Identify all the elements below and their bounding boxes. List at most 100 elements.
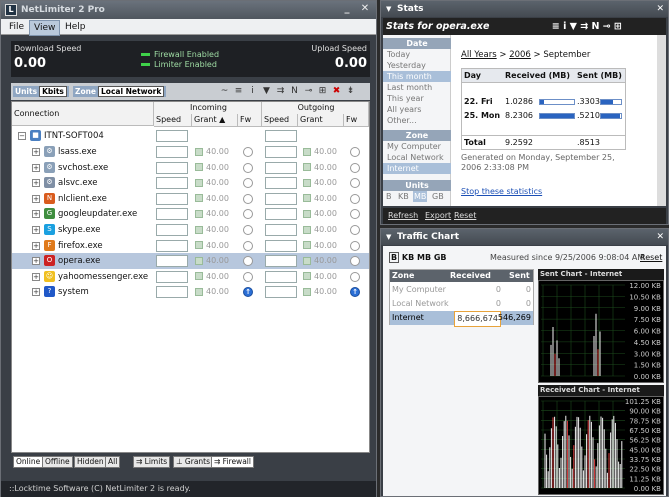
- date-all-years[interactable]: All years: [387, 104, 421, 115]
- in-firewall-toggle[interactable]: [243, 225, 253, 235]
- grant-checkbox-icon[interactable]: [195, 272, 203, 281]
- header-in-fw[interactable]: Fw: [238, 114, 262, 127]
- grant-checkbox-icon[interactable]: [303, 256, 311, 265]
- unit-b[interactable]: B: [389, 252, 400, 263]
- process-row[interactable]: + ⚙ alsvc.exe 40.00 40.00: [12, 175, 369, 191]
- in-firewall-toggle[interactable]: [243, 256, 253, 267]
- zone-row[interactable]: Internet 8,666,674 546,269: [390, 311, 533, 327]
- zone-internet[interactable]: Internet: [383, 163, 451, 174]
- out-firewall-toggle[interactable]: [350, 147, 360, 157]
- header-in-speed[interactable]: Speed: [154, 114, 192, 127]
- grant-checkbox-icon[interactable]: [303, 194, 311, 203]
- date-yesterday[interactable]: Yesterday: [387, 60, 426, 71]
- menu-help[interactable]: Help: [61, 20, 90, 34]
- stats-toolbar-icons[interactable]: ≡ i ▼ ⇉ N ⊸ ⊞: [552, 18, 622, 35]
- in-speed-input[interactable]: [156, 146, 188, 158]
- grant-checkbox-icon[interactable]: [195, 241, 203, 250]
- expand-icon[interactable]: +: [32, 179, 40, 188]
- process-row[interactable]: + ☺ yahoomessenger.exe 40.00 40.00: [12, 269, 369, 285]
- in-grant[interactable]: 40.00: [195, 193, 235, 205]
- grant-checkbox-icon[interactable]: [195, 163, 203, 172]
- network-icon[interactable]: N: [289, 85, 300, 97]
- link-icon[interactable]: ⊸: [303, 85, 314, 97]
- zone-local-network[interactable]: Local Network: [387, 152, 444, 163]
- out-firewall-toggle[interactable]: [350, 193, 360, 204]
- out-speed-input[interactable]: [265, 270, 297, 283]
- in-speed-input[interactable]: [156, 192, 188, 205]
- collapse-triangle-icon[interactable]: ▼: [386, 229, 391, 245]
- minimize-icon[interactable]: _: [341, 3, 353, 15]
- root-row[interactable]: − ■ ITNT-SOFT004: [12, 128, 369, 144]
- out-firewall-toggle[interactable]: [350, 256, 360, 267]
- out-grant[interactable]: 40.00: [303, 224, 343, 236]
- out-firewall-toggle[interactable]: [350, 178, 360, 189]
- date-this-month[interactable]: This month: [383, 71, 451, 82]
- kill-icon[interactable]: ✖: [331, 85, 342, 97]
- out-speed-input[interactable]: [265, 208, 297, 221]
- out-grant[interactable]: 40.00: [303, 193, 343, 205]
- date-today[interactable]: Today: [387, 49, 410, 60]
- out-speed-input[interactable]: [265, 192, 297, 205]
- collapse-icon[interactable]: −: [18, 132, 26, 140]
- in-grant[interactable]: 40.00: [195, 255, 235, 267]
- out-speed-input[interactable]: [265, 255, 297, 268]
- zone-row[interactable]: Local Network 0 0: [390, 297, 533, 311]
- process-row[interactable]: + ⚙ svchost.exe 40.00 40.00: [12, 160, 369, 176]
- units-value[interactable]: Kbits: [39, 86, 67, 97]
- in-firewall-toggle[interactable]: [243, 271, 253, 282]
- in-grant[interactable]: 40.00: [195, 286, 235, 298]
- grant-checkbox-icon[interactable]: [195, 147, 203, 156]
- grant-checkbox-icon[interactable]: [303, 147, 311, 156]
- close-icon[interactable]: ✕: [656, 1, 664, 17]
- out-grant[interactable]: 40.00: [303, 146, 343, 158]
- grant-checkbox-icon[interactable]: [195, 194, 203, 203]
- expand-icon[interactable]: +: [32, 163, 40, 172]
- in-firewall-toggle[interactable]: [243, 147, 253, 157]
- in-grant[interactable]: 40.00: [195, 208, 235, 220]
- expand-icon[interactable]: +: [32, 272, 40, 281]
- menu-file[interactable]: File: [5, 20, 28, 34]
- out-firewall-toggle[interactable]: [350, 271, 360, 282]
- grant-checkbox-icon[interactable]: [195, 209, 203, 218]
- expand-icon[interactable]: +: [32, 241, 40, 250]
- in-grant[interactable]: 40.00: [195, 146, 235, 158]
- date-other[interactable]: Other...: [387, 115, 417, 126]
- in-speed-input[interactable]: [156, 224, 188, 236]
- unit-mb[interactable]: MB: [413, 191, 428, 202]
- stop-stats-link[interactable]: Stop these statistics: [461, 187, 542, 196]
- out-grant[interactable]: 40.00: [303, 208, 343, 220]
- reset-link[interactable]: Reset: [454, 208, 476, 224]
- in-grant[interactable]: 40.00: [195, 271, 235, 283]
- chart-icon[interactable]: ~: [219, 85, 230, 97]
- in-speed-input[interactable]: [156, 239, 188, 252]
- grant-checkbox-icon[interactable]: [303, 225, 311, 234]
- grant-checkbox-icon[interactable]: [195, 178, 203, 187]
- out-grant[interactable]: 40.00: [303, 286, 343, 298]
- refresh-link[interactable]: Refresh: [388, 208, 418, 224]
- options-icon[interactable]: ⇟: [345, 85, 356, 97]
- process-row[interactable]: + F firefox.exe 40.00 40.00: [12, 238, 369, 254]
- out-speed-input[interactable]: [265, 161, 297, 174]
- out-grant[interactable]: 40.00: [303, 271, 343, 283]
- out-firewall-toggle[interactable]: [350, 225, 360, 235]
- out-firewall-toggle[interactable]: [350, 162, 360, 173]
- unit-b[interactable]: B: [386, 191, 392, 202]
- in-grant[interactable]: 40.00: [195, 162, 235, 174]
- process-row[interactable]: + N nlclient.exe 40.00 40.00: [12, 191, 369, 207]
- export-link[interactable]: Export: [425, 208, 451, 224]
- in-firewall-toggle[interactable]: ↑: [243, 287, 253, 298]
- grant-checkbox-icon[interactable]: [303, 209, 311, 218]
- out-speed-input[interactable]: [265, 286, 297, 299]
- in-firewall-toggle[interactable]: [243, 162, 253, 173]
- in-speed-input[interactable]: [156, 161, 188, 174]
- header-in-grant[interactable]: Grant ▲: [192, 114, 238, 127]
- expand-icon[interactable]: +: [32, 210, 40, 219]
- close-icon[interactable]: ✕: [359, 3, 371, 15]
- grant-checkbox-icon[interactable]: [303, 272, 311, 281]
- expand-icon[interactable]: +: [32, 148, 40, 156]
- unit-kb[interactable]: KB: [398, 191, 409, 202]
- in-speed-input[interactable]: [156, 130, 188, 142]
- in-speed-input[interactable]: [156, 208, 188, 221]
- grant-checkbox-icon[interactable]: [195, 256, 203, 265]
- stats-scrollbar[interactable]: [657, 35, 666, 206]
